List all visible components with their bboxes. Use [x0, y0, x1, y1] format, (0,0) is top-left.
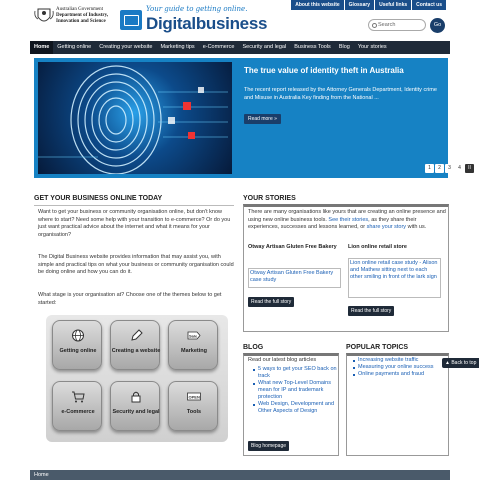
tile-label: Tools	[186, 409, 202, 415]
popular-topics-heading: Popular topics	[346, 344, 409, 351]
globe-icon	[72, 329, 84, 342]
tile-marketing[interactable]: Sale Marketing	[168, 320, 218, 370]
share-story-link[interactable]: share your story	[367, 224, 406, 230]
stories-intro: There are many organisations like yours …	[248, 209, 446, 232]
gov-line: Innovation and Science	[56, 19, 106, 24]
tile-label: Security and legal	[112, 409, 160, 415]
nav-blog[interactable]: Blog	[335, 41, 354, 54]
tile-label: Marketing	[181, 348, 207, 354]
site-tagline: Your guide to getting online.	[146, 5, 248, 13]
nav-marketing-tips[interactable]: Marketing tips	[156, 41, 198, 54]
department-name: Australian Government Department of Indu…	[56, 7, 108, 25]
contact-link[interactable]: Contact us	[412, 0, 446, 10]
story-title-lark[interactable]: Lion online retail store	[348, 244, 446, 251]
sale-tag-icon: Sale	[187, 331, 201, 340]
read-story-button[interactable]: Read the full story	[348, 306, 395, 316]
blog-item[interactable]: 5 ways to get your SEO back on track	[252, 366, 338, 380]
digital-business-logo[interactable]: Your guide to getting online. Digitalbus…	[118, 4, 278, 34]
blog-intro: Read our latest blog articles	[248, 357, 317, 363]
nav-business-tools[interactable]: Business Tools	[290, 41, 335, 54]
nav-ecommerce[interactable]: e-Commerce	[199, 41, 239, 54]
blog-item[interactable]: Web Design, Development and Other Aspect…	[252, 401, 338, 415]
intro-paragraph: Want to get your business or community o…	[38, 209, 231, 238]
stories-heading: Your stories	[243, 195, 296, 202]
footer-breadcrumb: Home	[30, 470, 450, 480]
open-sign-icon: OPEN	[187, 392, 201, 401]
government-logo[interactable]: Australian Government Department of Indu…	[34, 5, 114, 33]
pager-4[interactable]: 4	[455, 164, 464, 173]
sale-tag-text: Sale	[189, 334, 198, 339]
topic-item[interactable]: Increasing website traffic	[352, 357, 446, 364]
description-paragraph: The Digital Business website provides in…	[38, 254, 234, 275]
stories-intro-text: with us.	[406, 224, 427, 230]
fingerprint-image	[38, 65, 228, 174]
tile-security-legal[interactable]: Security and legal	[110, 381, 160, 431]
pager-1[interactable]: 1	[425, 164, 434, 173]
pager-pause-button[interactable]: II	[465, 164, 474, 173]
pen-icon	[131, 329, 143, 341]
nav-creating-website[interactable]: Creating your website	[95, 41, 156, 54]
tile-getting-online[interactable]: Getting online	[52, 320, 102, 370]
story-title-otway[interactable]: Otway Artisan Gluten Free Bakery	[248, 244, 338, 251]
carousel-pager: 1 2 3 4 II	[424, 164, 474, 173]
site-header: Australian Government Department of Indu…	[0, 0, 480, 40]
hero-image[interactable]	[38, 62, 232, 174]
read-more-button[interactable]: Read more »	[244, 114, 281, 124]
padlock-icon	[131, 391, 141, 403]
open-sign-text: OPEN	[189, 395, 200, 400]
see-stories-link[interactable]: See their stories	[328, 217, 368, 223]
get-online-heading: Get your business online today	[34, 195, 163, 202]
tile-creating-website[interactable]: Creating a website	[110, 320, 160, 370]
pager-2[interactable]: 2	[435, 164, 444, 173]
about-link[interactable]: About this website	[291, 0, 344, 10]
blog-heading: Blog	[243, 344, 264, 351]
main-nav: Home Getting online Creating your websit…	[30, 41, 450, 54]
pager-3[interactable]: 3	[445, 164, 454, 173]
hero-carousel: The true value of identity theft in Aust…	[34, 58, 474, 178]
hero-summary: The recent report released by the Attorn…	[244, 87, 437, 101]
story-image-otway[interactable]: Otway Artisan Gluten Free Bakery case st…	[248, 268, 341, 288]
blog-homepage-button[interactable]: Blog homepage	[248, 441, 290, 451]
nav-home[interactable]: Home	[30, 41, 54, 54]
utility-links: About this website Glossary Useful links…	[290, 0, 446, 10]
nav-security-legal[interactable]: Security and legal	[238, 41, 290, 54]
tile-label: Creating a website	[111, 348, 161, 354]
coat-of-arms-icon	[34, 8, 54, 22]
monitor-icon	[120, 10, 142, 30]
hero-headline[interactable]: The true value of identity theft in Aust…	[244, 66, 439, 75]
nav-getting-online[interactable]: Getting online	[53, 41, 95, 54]
back-to-top-button[interactable]: ▲ Back to top	[442, 358, 480, 368]
topic-item[interactable]: Measuring your online success	[352, 364, 446, 371]
story-image-lark[interactable]: Lion online retail case study - Alison a…	[348, 258, 441, 298]
blog-list: 5 ways to get your SEO back on track Wha…	[252, 366, 338, 415]
site-title: Digitalbusiness	[146, 14, 268, 33]
footer-home-link[interactable]: Home	[34, 472, 49, 478]
tile-tools[interactable]: OPEN Tools	[168, 381, 218, 431]
nav-your-stories[interactable]: Your stories	[354, 41, 391, 54]
tile-label: e-Commerce	[61, 409, 95, 415]
blog-item[interactable]: What new Top-Level Domains mean for IP a…	[252, 380, 338, 401]
tile-ecommerce[interactable]: e-Commerce	[52, 381, 102, 431]
search-placeholder: Search	[378, 22, 396, 28]
search-go-button[interactable]: Go	[430, 18, 445, 33]
topic-item[interactable]: Online payments and fraud	[352, 371, 446, 378]
tile-label: Getting online	[59, 348, 97, 354]
useful-links-link[interactable]: Useful links	[375, 0, 412, 10]
choose-theme-paragraph: What stage is your organisation at? Choo…	[38, 292, 222, 306]
divider	[34, 205, 234, 206]
search-input[interactable]: Search	[368, 19, 426, 31]
glossary-link[interactable]: Glossary	[344, 0, 375, 10]
read-story-button[interactable]: Read the full story	[248, 297, 295, 307]
cart-icon	[72, 391, 85, 403]
popular-topics-list: Increasing website traffic Measuring you…	[352, 357, 446, 378]
search-icon	[372, 23, 377, 28]
